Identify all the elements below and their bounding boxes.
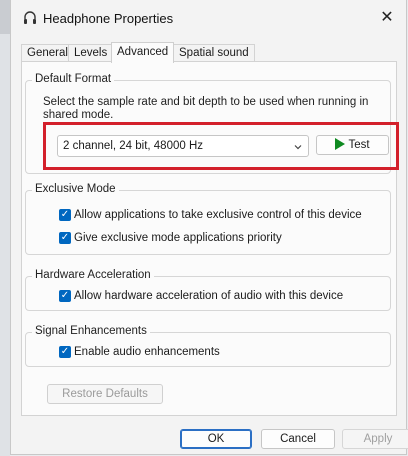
close-button[interactable]: ✕ (374, 5, 400, 31)
tab-general[interactable]: General (21, 44, 74, 62)
restore-defaults-button[interactable]: Restore Defaults (47, 384, 163, 404)
checkbox-label: Give exclusive mode applications priorit… (74, 232, 282, 244)
checkbox-label: Enable audio enhancements (74, 346, 220, 358)
tab-levels[interactable]: Levels (68, 44, 114, 62)
apply-button[interactable]: Apply (342, 429, 408, 449)
checkbox-checked-icon: ✓ (59, 346, 71, 358)
signal-enhancements-heading: Signal Enhancements (32, 325, 150, 337)
headphone-properties-dialog: Headphone Properties ✕ General Levels Ad… (10, 0, 408, 455)
default-format-group: Default Format (25, 73, 391, 174)
checkbox-checked-icon: ✓ (59, 232, 71, 244)
tab-advanced[interactable]: Advanced (111, 42, 175, 63)
exclusive-mode-heading: Exclusive Mode (32, 183, 119, 195)
background-window-edge (0, 0, 10, 34)
title-bar[interactable]: Headphone Properties ✕ (11, 0, 406, 36)
default-format-description: Select the sample rate and bit depth to … (43, 96, 369, 121)
test-button[interactable]: Test (316, 135, 389, 155)
chevron-down-icon (294, 145, 302, 150)
checkbox-label: Allow hardware acceleration of audio wit… (74, 290, 344, 302)
play-icon (335, 138, 346, 150)
sample-rate-select[interactable]: 2 channel, 24 bit, 48000 Hz (57, 135, 309, 157)
ok-button[interactable]: OK (180, 429, 252, 449)
cancel-button[interactable]: Cancel (261, 429, 335, 449)
window-title: Headphone Properties (43, 11, 174, 26)
checkbox-checked-icon: ✓ (59, 290, 71, 302)
checkbox-checked-icon: ✓ (59, 209, 71, 221)
exclusive-mode-group: Exclusive Mode (25, 183, 391, 255)
checkbox-label: Allow applications to take exclusive con… (74, 209, 362, 221)
sample-rate-selected-value: 2 channel, 24 bit, 48000 Hz (63, 140, 204, 152)
test-button-label: Test (348, 139, 370, 151)
headphones-icon (24, 11, 36, 24)
default-format-heading: Default Format (32, 73, 115, 85)
tab-spatial-sound[interactable]: Spatial sound (173, 44, 255, 62)
hardware-acceleration-heading: Hardware Acceleration (32, 269, 154, 281)
background-window-strip (0, 0, 10, 456)
